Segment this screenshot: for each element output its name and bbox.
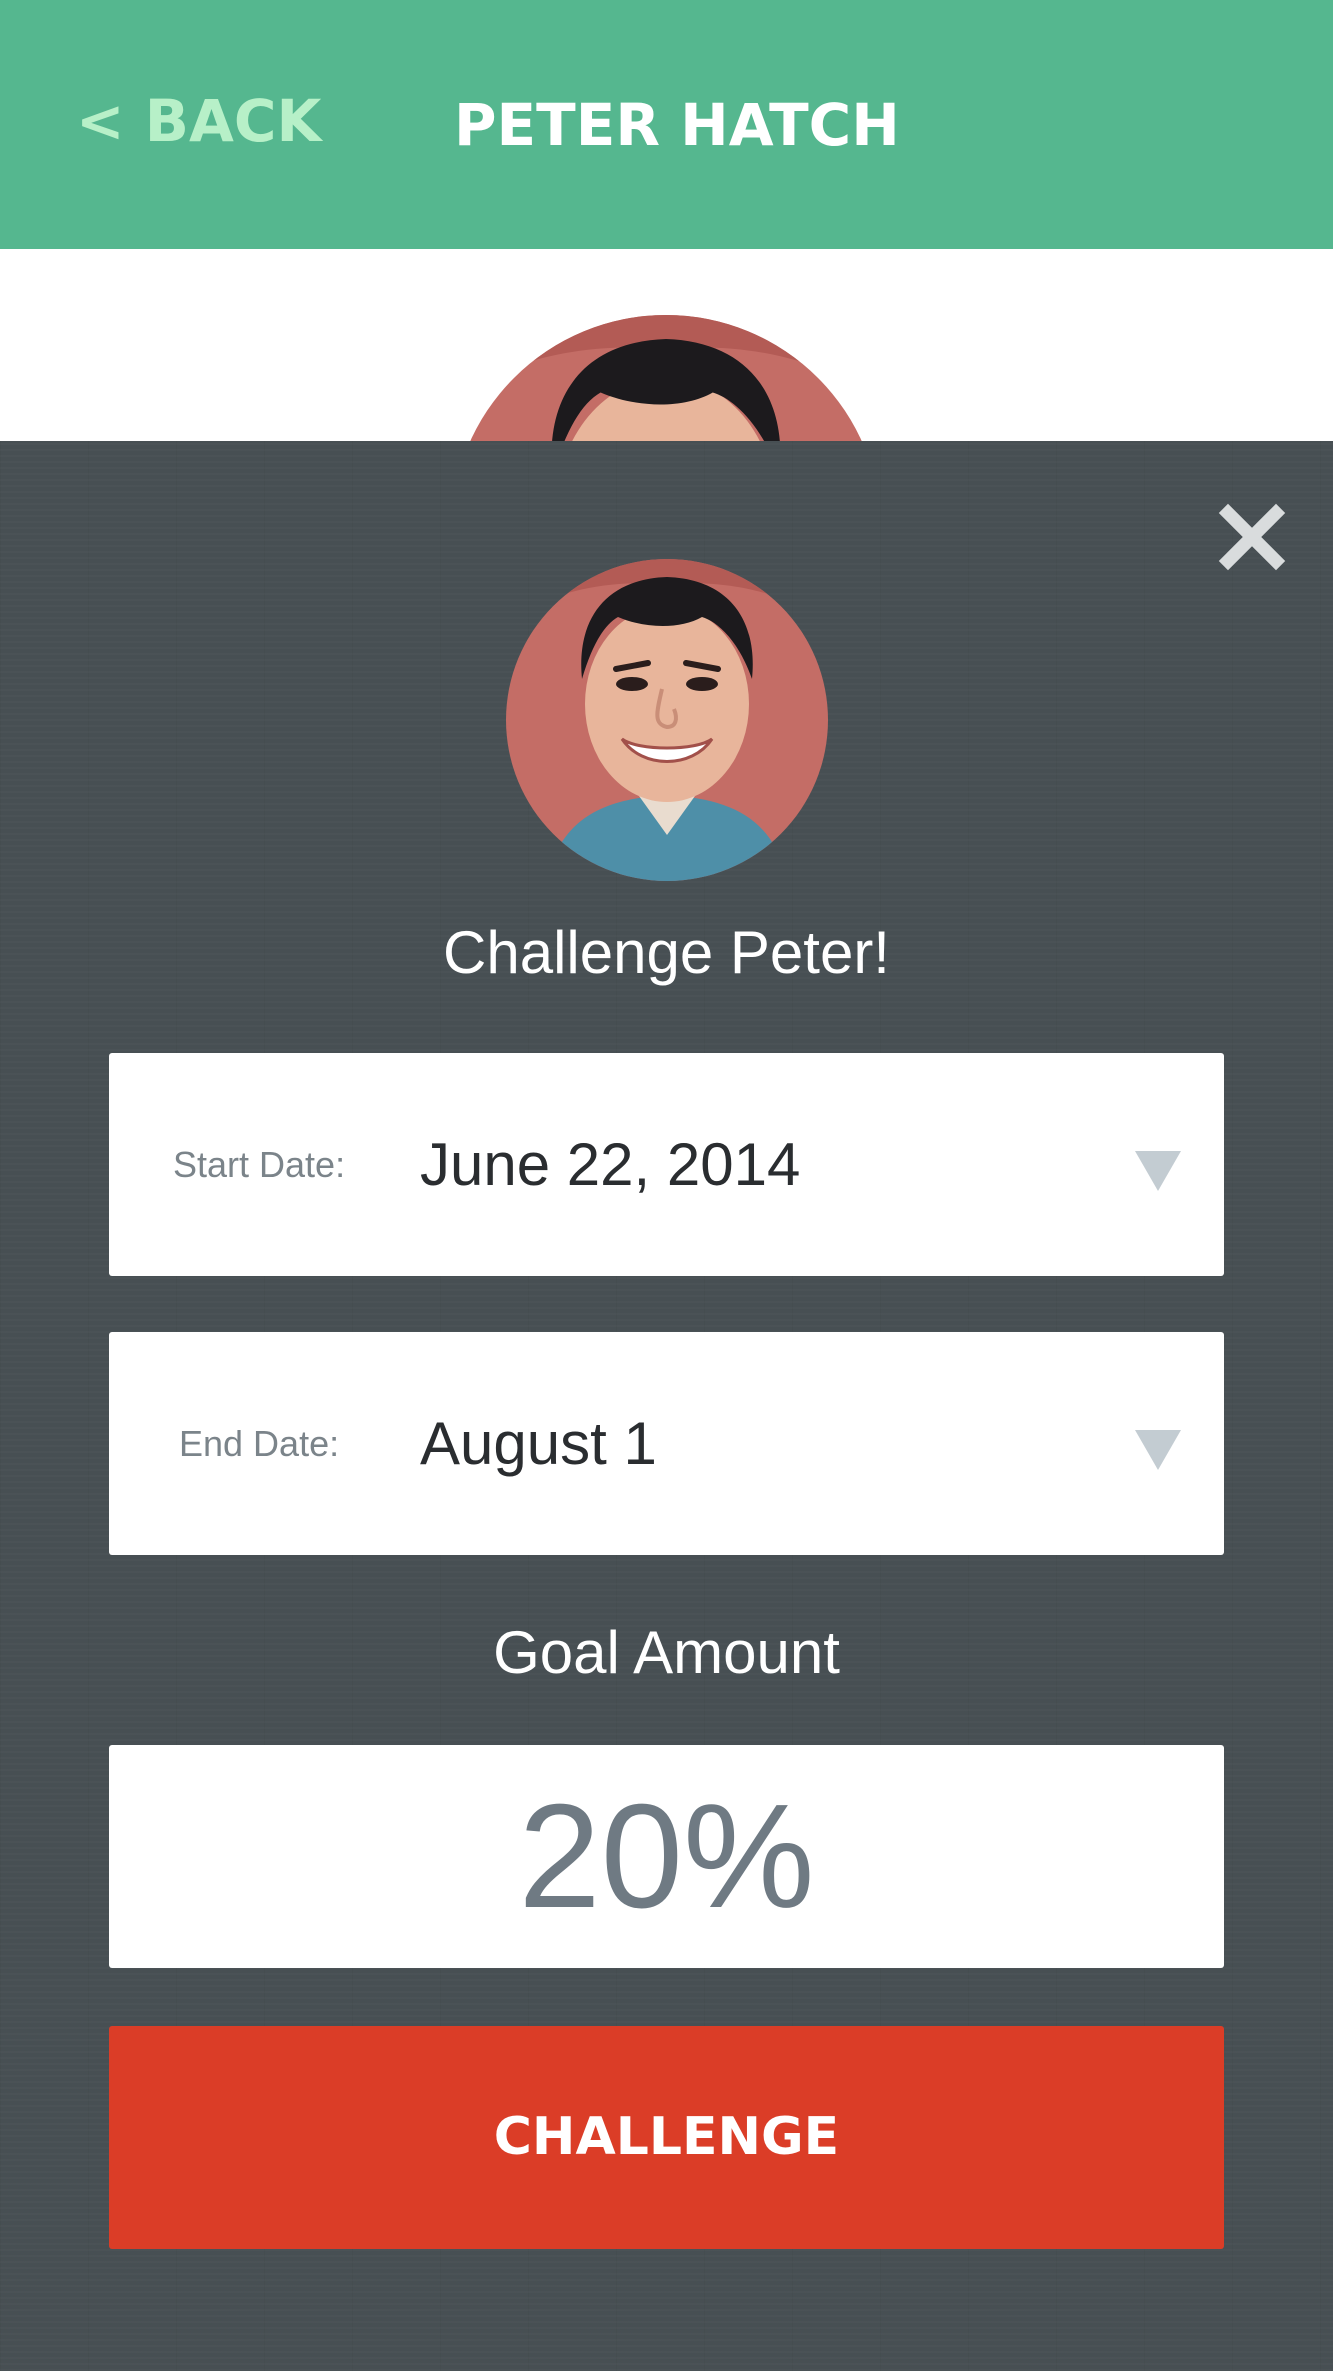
app-header: < BACK PETER HATCH [0, 0, 1333, 249]
close-button[interactable] [1216, 501, 1288, 573]
goal-amount-value: 20% [518, 1774, 815, 1939]
close-icon [1218, 503, 1286, 571]
goal-amount-label: Goal Amount [493, 1619, 840, 1686]
goal-amount-input[interactable]: 20% [109, 1745, 1224, 1968]
end-date-value: August 1 [420, 1410, 657, 1477]
dropdown-arrow-icon [1135, 1151, 1181, 1191]
challenge-button[interactable]: CHALLENGE [109, 2026, 1224, 2249]
start-date-select[interactable]: Start Date: June 22, 2014 [109, 1053, 1224, 1276]
dropdown-arrow-icon [1135, 1430, 1181, 1470]
challenge-title: Challenge Peter! [443, 919, 890, 986]
person-photo-icon [506, 559, 828, 881]
page-title: PETER HATCH [454, 91, 900, 159]
back-button[interactable]: < BACK [76, 86, 321, 156]
end-date-select[interactable]: End Date: August 1 [109, 1332, 1224, 1555]
challenge-avatar [506, 559, 828, 881]
start-date-value: June 22, 2014 [420, 1131, 801, 1198]
start-date-label: Start Date: [173, 1144, 346, 1185]
end-date-label: End Date: [179, 1423, 340, 1464]
